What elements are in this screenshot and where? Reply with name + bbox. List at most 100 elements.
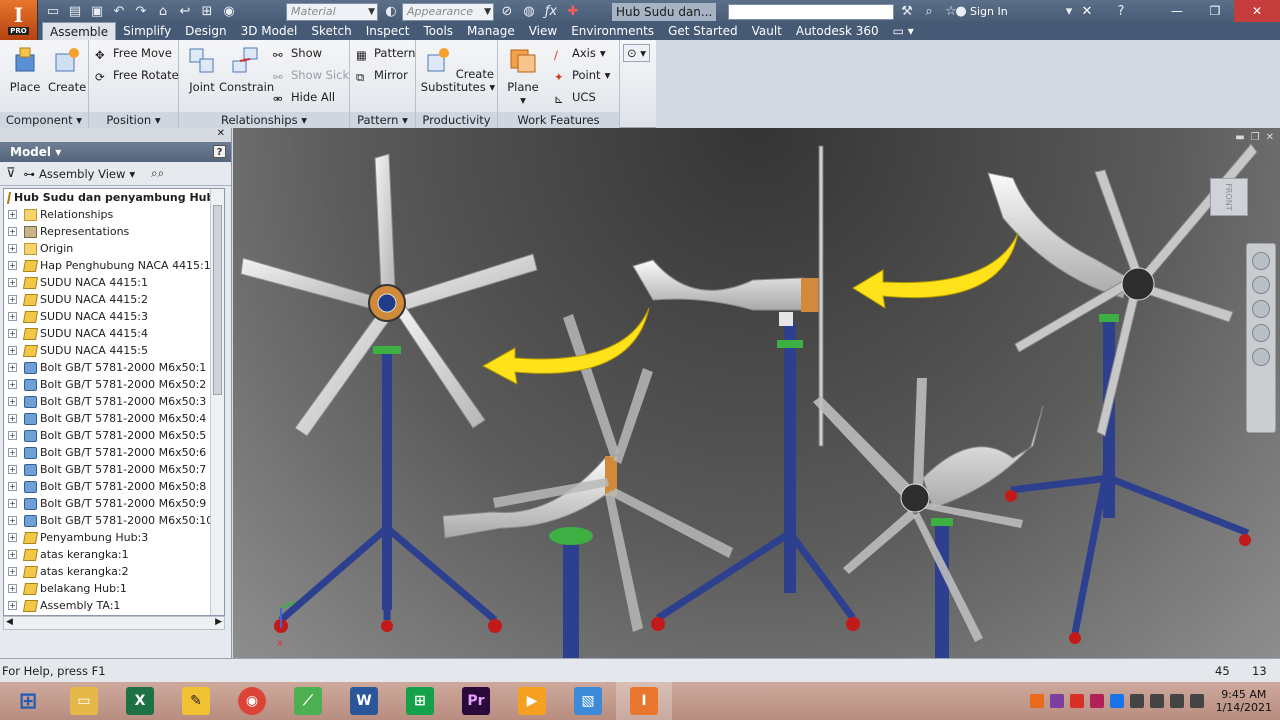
sign-in-link[interactable]: Sign In [970,5,1008,18]
minimize-icon[interactable]: — [1158,0,1196,22]
expand-icon[interactable]: + [8,295,17,304]
tab-vault[interactable]: Vault [745,22,789,40]
tab-environments[interactable]: Environments [564,22,661,40]
taskbar-file-explorer[interactable]: ▭ [56,682,112,720]
tray-drive-icon[interactable] [1109,694,1124,708]
start-button[interactable]: ⊞ [0,682,56,720]
expand-icon[interactable]: + [8,210,17,219]
tree-node[interactable]: + Origin [4,240,224,257]
tray-app-icon-2[interactable] [1089,694,1104,708]
component-panel-label[interactable]: Component ▾ [0,112,88,128]
expand-icon[interactable]: + [8,431,17,440]
tab-inspect[interactable]: Inspect [359,22,417,40]
tray-network-icon[interactable] [1169,694,1184,708]
return-icon[interactable]: ↩ [176,3,194,21]
orbit-icon[interactable] [1252,324,1270,342]
close-icon[interactable]: ✕ [1234,0,1280,22]
expand-icon[interactable]: + [8,533,17,542]
tree-scrollbar-thumb[interactable] [213,205,222,395]
taskbar-word[interactable]: W [336,682,392,720]
expand-icon[interactable]: + [8,397,17,406]
ribbon-options-button[interactable]: ⊙ ▾ [623,44,651,62]
tree-node[interactable]: + Bolt GB/T 5781-2000 M6x50:4 [4,410,224,427]
expand-icon[interactable]: + [8,448,17,457]
mirror-button[interactable]: ⧉ Mirror [356,66,408,84]
tray-onenote-icon[interactable] [1049,694,1064,708]
tab-assemble[interactable]: Assemble [42,22,117,40]
tree-node[interactable]: + Bolt GB/T 5781-2000 M6x50:3 [4,393,224,410]
tab-autodesk-360[interactable]: Autodesk 360 [789,22,886,40]
tab-simplify[interactable]: Simplify [116,22,178,40]
tree-node[interactable]: + Bolt GB/T 5781-2000 M6x50:5 [4,427,224,444]
taskbar-photos[interactable]: ▧ [560,682,616,720]
tree-node[interactable]: + Bolt GB/T 5781-2000 M6x50:7 [4,461,224,478]
expand-icon[interactable]: + [8,244,17,253]
new-icon[interactable]: ▭ [44,3,62,21]
help-search-input[interactable] [728,4,894,20]
restore-icon[interactable]: ❐ [1251,132,1260,143]
tree-node[interactable]: + Bolt GB/T 5781-2000 M6x50:8 [4,478,224,495]
tree-scrollbar[interactable] [210,189,224,615]
taskbar-inventor[interactable]: I [616,682,672,720]
expand-icon[interactable]: + [8,482,17,491]
expand-icon[interactable]: + [8,261,17,270]
tab-manage[interactable]: Manage [460,22,522,40]
graphics-viewport[interactable]: x ▬ ❐ ✕ FRONT [233,128,1280,658]
taskbar-app-green[interactable]: ⟋ [280,682,336,720]
update-icon[interactable]: ◉ [220,3,238,21]
viewcube[interactable]: FRONT [1210,178,1248,216]
help-icon[interactable]: ? [1112,3,1130,21]
clear-appearance-icon[interactable]: ⊘ [498,3,516,21]
axis-button[interactable]: ∕ Axis ▾ [554,44,606,62]
look-at-icon[interactable] [1252,348,1270,366]
steering-wheel-icon[interactable] [1252,252,1270,270]
search-icon[interactable]: ⌕ [920,3,938,21]
find-icon[interactable]: ⌕⌕ [151,166,164,181]
system-clock[interactable]: 9:45 AM 1/14/2021 [1216,688,1272,714]
free-rotate-button[interactable]: ⟳ Free Rotate [95,66,179,84]
tray-cloud-icon[interactable] [1129,694,1144,708]
expand-icon[interactable]: + [8,584,17,593]
save-icon[interactable]: ▣ [88,3,106,21]
pattern-button[interactable]: ▦ Pattern [356,44,415,62]
help-icon[interactable]: ? [213,145,226,158]
home-icon[interactable]: ⌂ [154,3,172,21]
tree-node[interactable]: + Penyambung Hub:3 [4,529,224,546]
expand-icon[interactable]: + [8,329,17,338]
appearance-select[interactable]: Appearance ▼ [402,3,494,21]
taskbar-chrome[interactable]: ◉ [224,682,280,720]
taskbar-excel[interactable]: X [112,682,168,720]
create-substitutes-button[interactable]: Create Substitutes ▾ [420,45,496,94]
expand-icon[interactable]: + [8,465,17,474]
ucs-button[interactable]: ⊾ UCS [554,88,596,106]
constrain-button[interactable]: Constrain [219,45,274,94]
tray-battery-icon[interactable] [1149,694,1164,708]
expand-icon[interactable]: + [8,601,17,610]
select-icon[interactable]: ⊞ [198,3,216,21]
show-button[interactable]: ⚯ Show [273,44,322,62]
tree-node[interactable]: + Bolt GB/T 5781-2000 M6x50:9 [4,495,224,512]
tab-3d-model[interactable]: 3D Model [234,22,305,40]
expand-icon[interactable]: + [8,312,17,321]
tree-node[interactable]: + SUDU NACA 4415:2 [4,291,224,308]
tree-node[interactable]: + Bolt GB/T 5781-2000 M6x50:10 [4,512,224,529]
application-menu-button[interactable]: I PRO [0,0,38,40]
expand-icon[interactable]: + [8,380,17,389]
place-button[interactable]: Place [8,45,42,94]
tab-sketch[interactable]: Sketch [304,22,358,40]
joint-button[interactable]: Joint [183,45,221,94]
tree-node[interactable]: + Relationships [4,206,224,223]
expand-icon[interactable]: + [8,363,17,372]
tree-horizontal-scrollbar[interactable]: ◀ ▶ [3,616,225,630]
expand-icon[interactable]: + [8,550,17,559]
tree-node[interactable]: + SUDU NACA 4415:3 [4,308,224,325]
exchange-icon[interactable]: ✕ [1078,3,1096,21]
taskbar-premiere[interactable]: Pr [448,682,504,720]
point-button[interactable]: ✦ Point ▾ [554,66,610,84]
tree-node[interactable]: + Representations [4,223,224,240]
free-move-button[interactable]: ✥ Free Move [95,44,172,62]
undo-icon[interactable]: ↶ [110,3,128,21]
expand-icon[interactable]: + [8,499,17,508]
taskbar-app-tool[interactable]: ✎ [168,682,224,720]
turbine-perspective-right[interactable] [987,143,1258,644]
